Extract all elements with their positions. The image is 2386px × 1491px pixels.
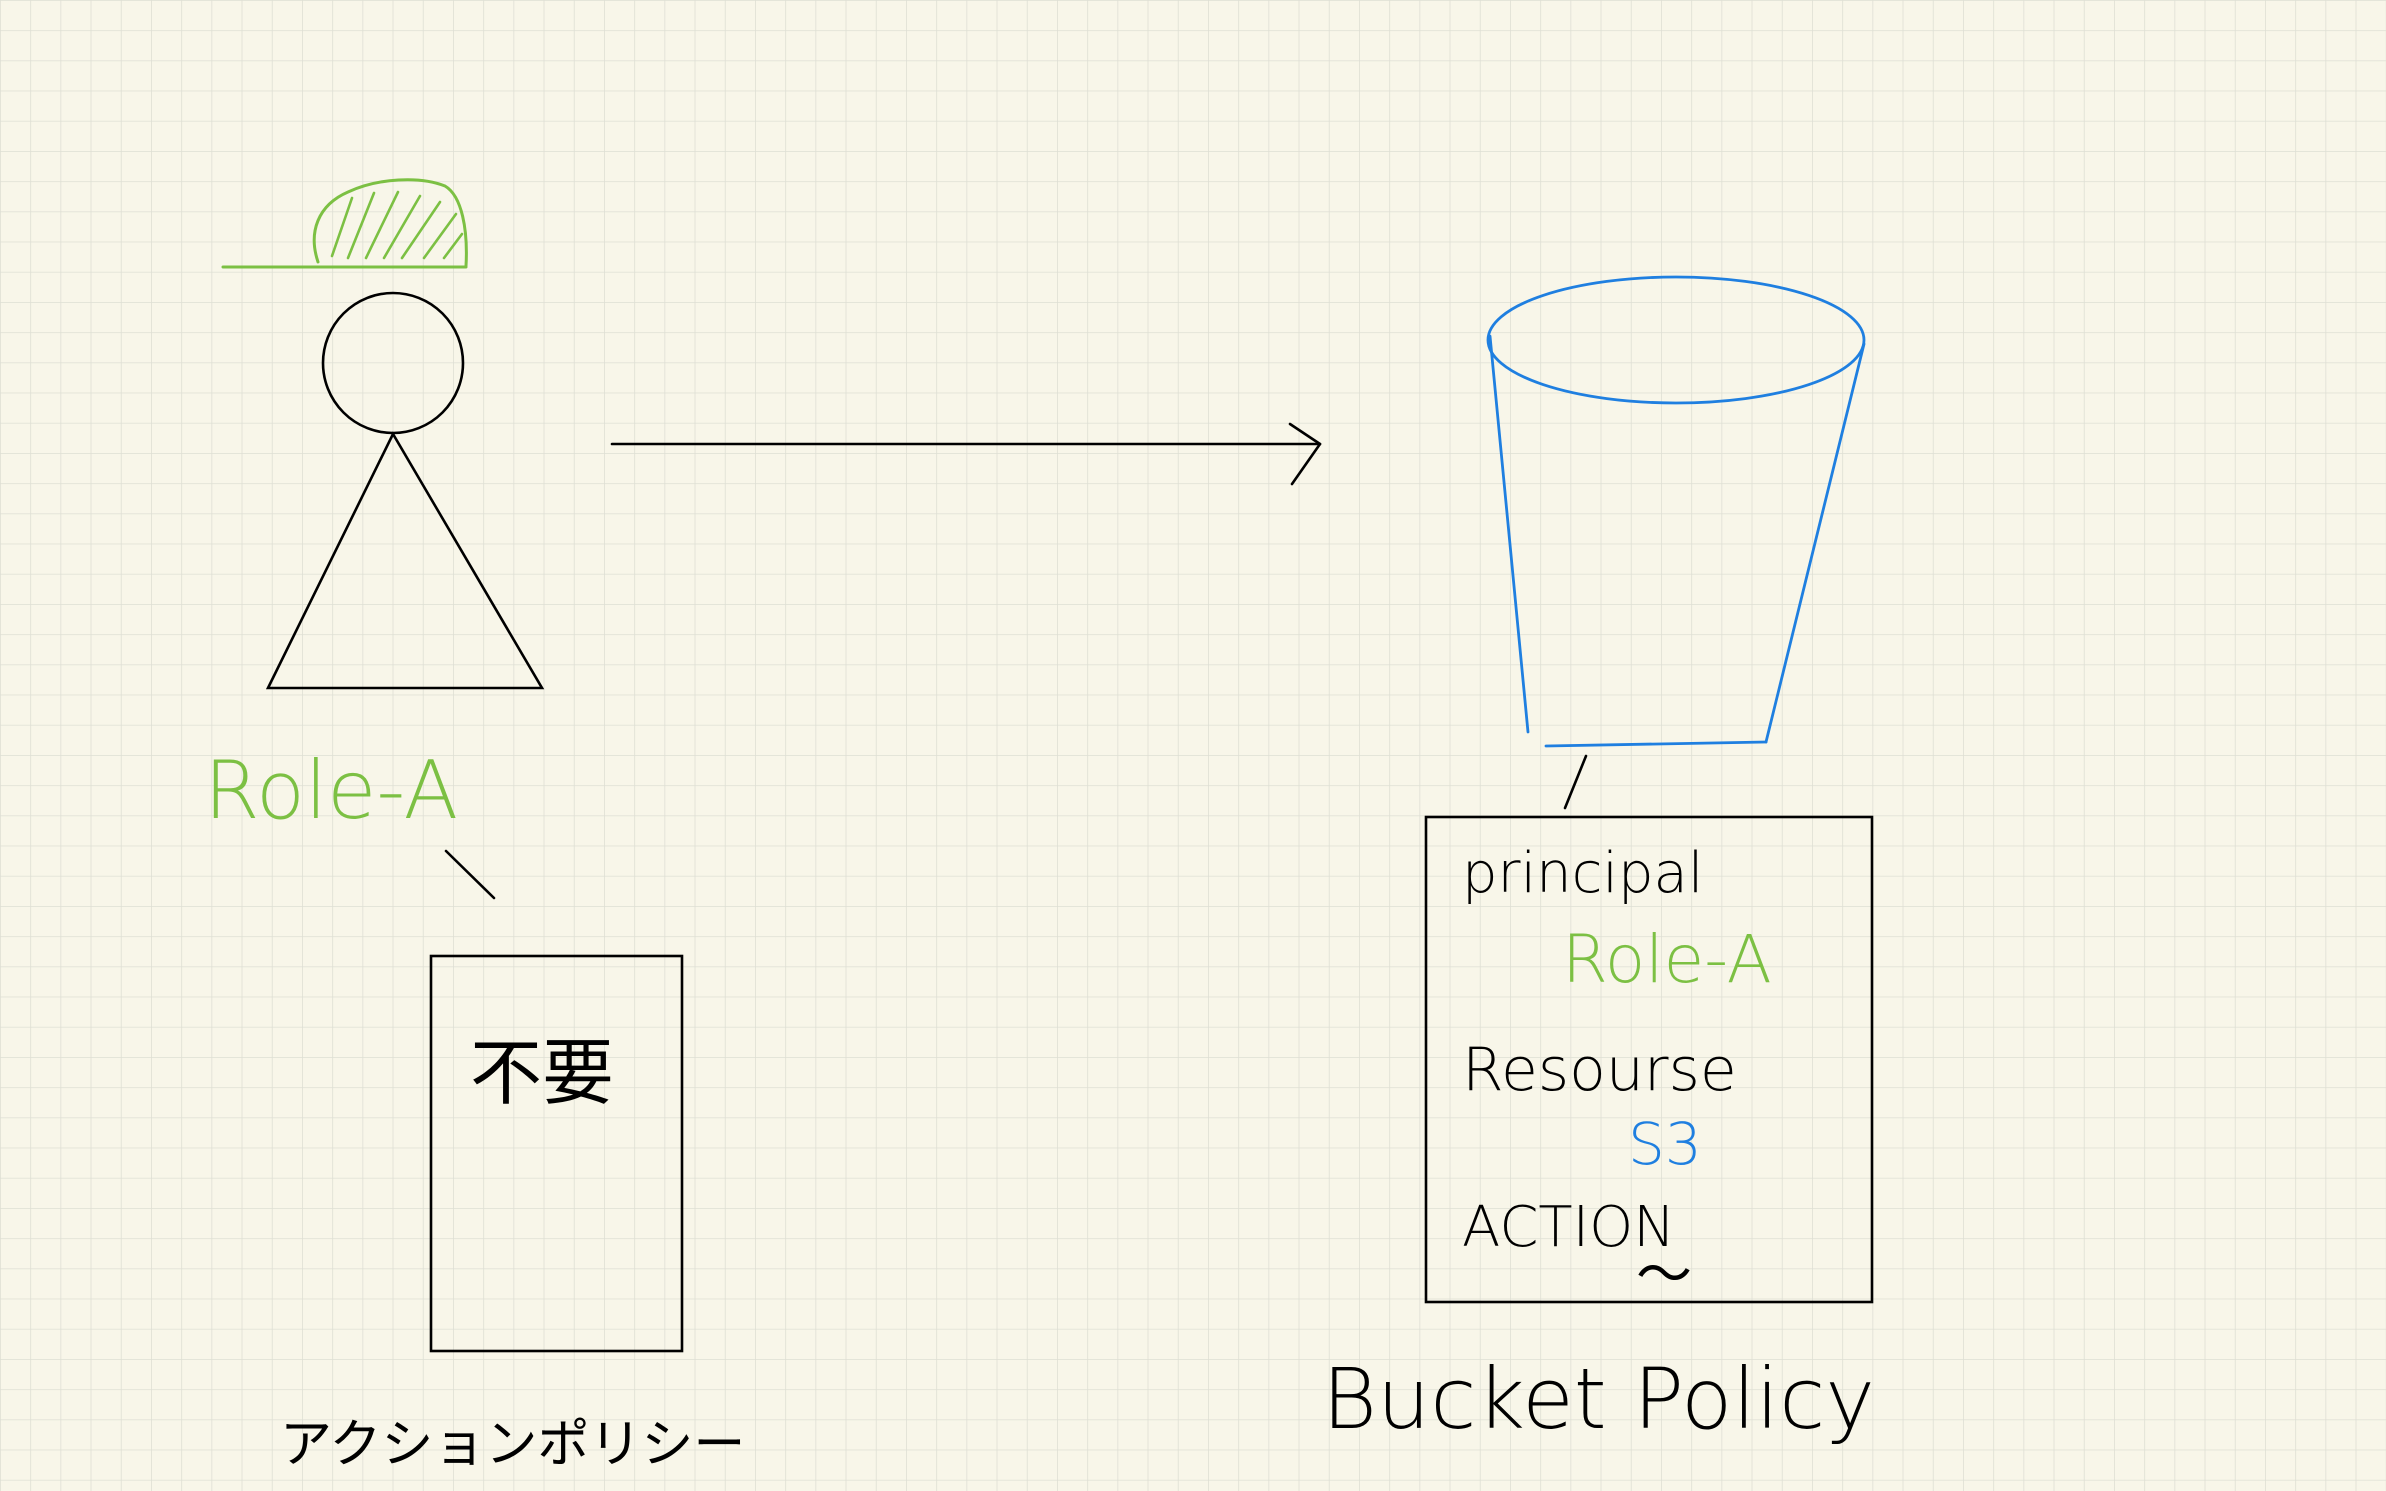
bucket-policy-caption: Bucket Policy [1322,1350,1875,1448]
resource-value: S3 [1628,1110,1702,1178]
action-policy-caption: アクションポリシー [280,1415,745,1475]
action-value: 〜 [1636,1243,1692,1308]
diagram-canvas: Role-A 不要 アクションポリシー principal Role-A Res… [0,0,2386,1491]
resource-label: Resourse [1462,1035,1737,1105]
principal-value: Role-A [1562,921,1772,998]
role-label: Role-A [204,744,458,837]
action-policy-text: 不要 [470,1031,614,1115]
principal-label: principal [1462,841,1703,906]
